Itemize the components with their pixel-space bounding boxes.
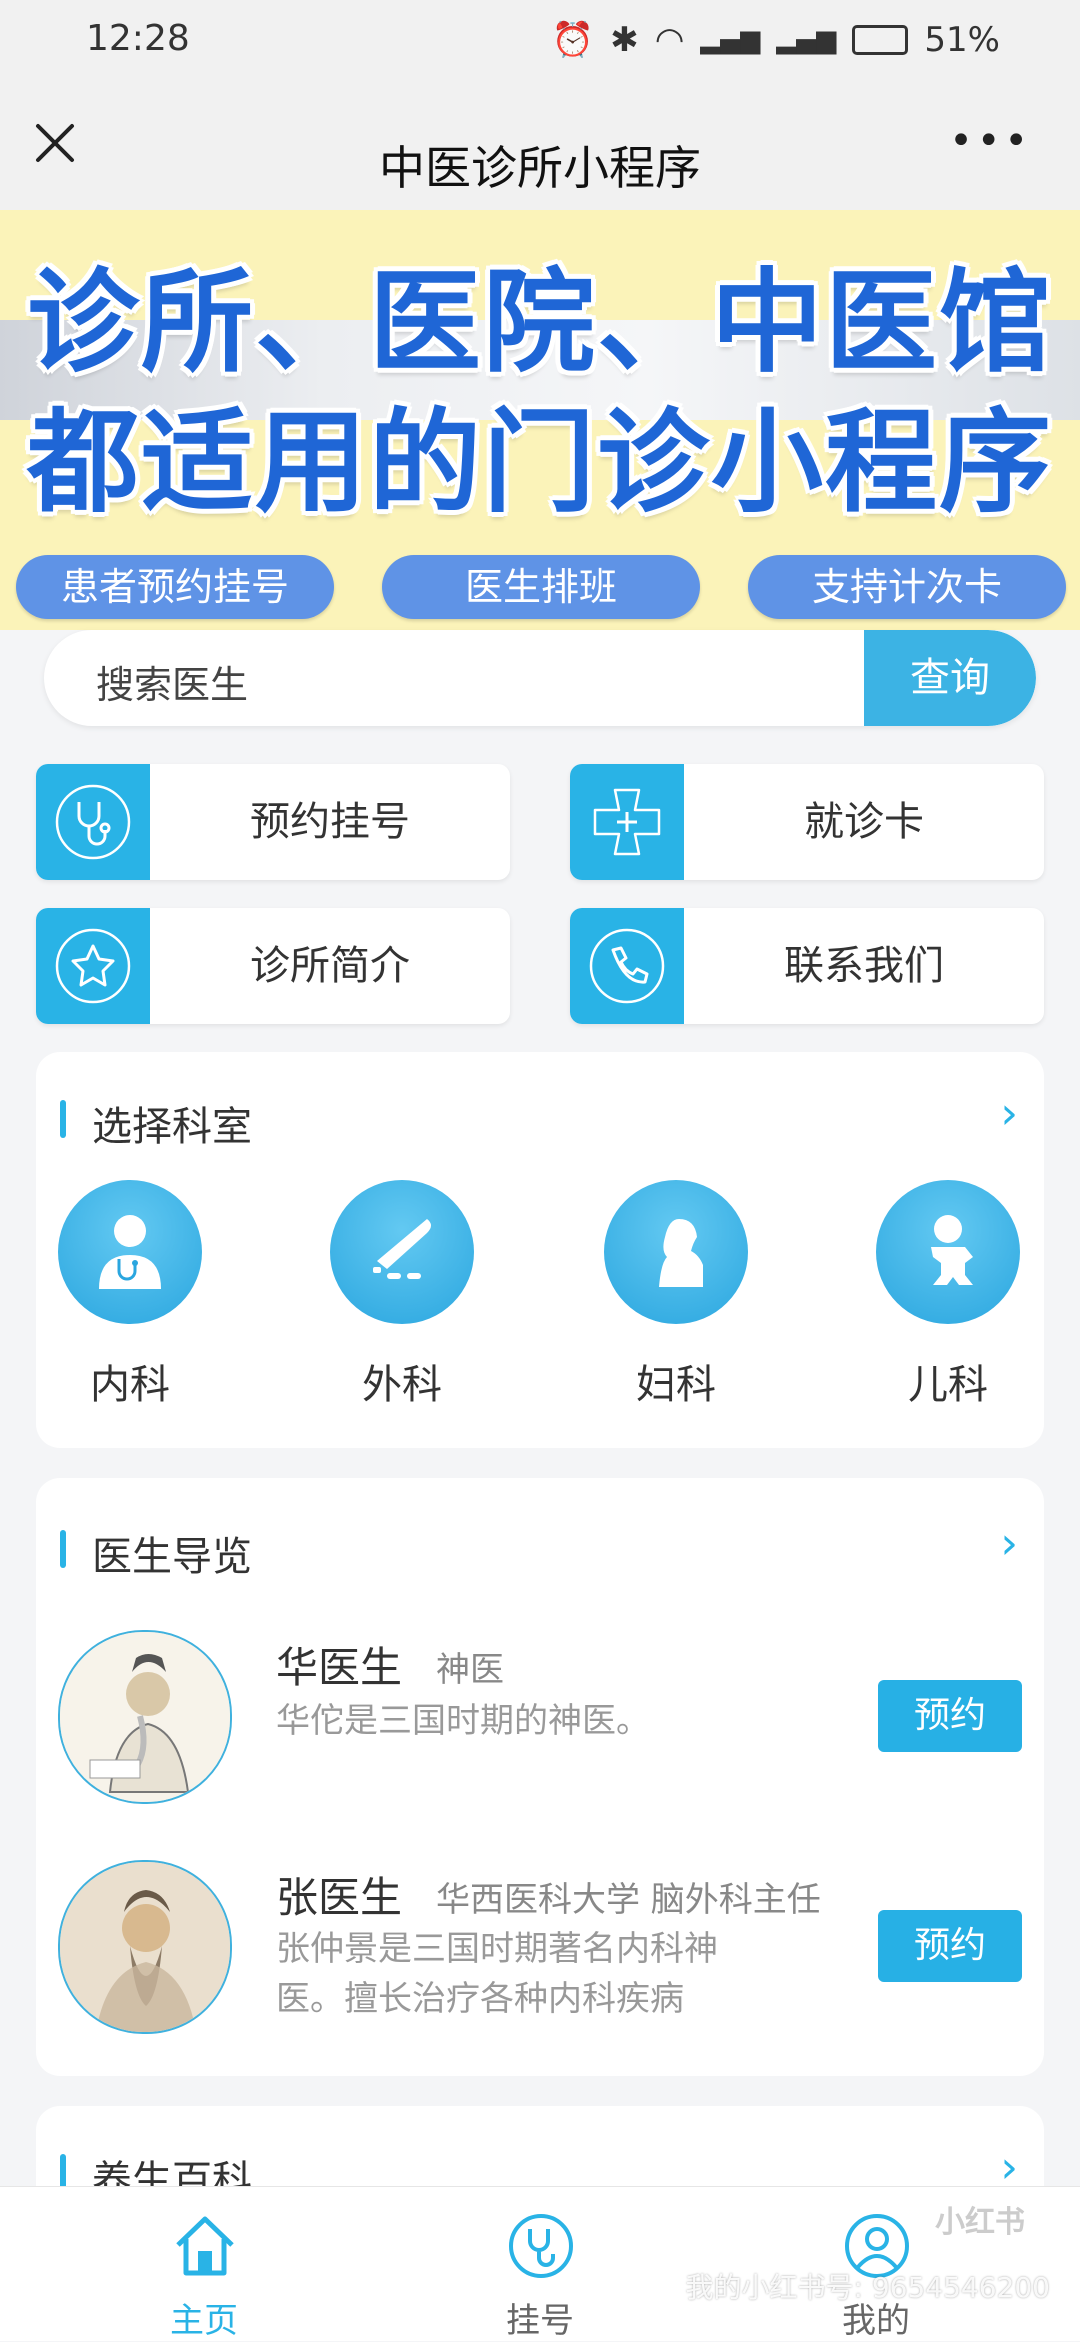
- tab-register[interactable]: 挂号: [430, 2187, 650, 2341]
- banner-tag-card: 支持计次卡: [748, 555, 1066, 619]
- status-time: 12:28: [86, 18, 190, 59]
- search-bar: 搜索医生 查询: [44, 630, 1036, 726]
- star-icon: [36, 908, 150, 1024]
- departments-more-chevron-icon[interactable]: ›: [1000, 1088, 1018, 1139]
- page-title: 中医诊所小程序: [379, 141, 701, 195]
- alarm-icon: ⏰: [551, 20, 595, 60]
- tab-register-label: 挂号: [506, 2301, 574, 2341]
- battery-icon: [852, 25, 909, 55]
- tab-home[interactable]: 主页: [94, 2187, 314, 2341]
- banner-headline-1: 诊所、医院、中医馆: [27, 258, 1053, 388]
- section-marker: [60, 1100, 66, 1138]
- quick-appointment-button[interactable]: 预约挂号: [36, 764, 510, 880]
- quick-about-button[interactable]: 诊所简介: [36, 908, 510, 1024]
- doctor-desc: 华佗是三国时期的神医。: [276, 1701, 650, 1741]
- stethoscope-icon: [36, 764, 150, 880]
- quick-about-label: 诊所简介: [250, 943, 410, 989]
- stethoscope-icon: [509, 2214, 573, 2278]
- doctor-name: 华医生: [276, 1643, 403, 1692]
- doctor-icon[interactable]: [58, 1180, 202, 1324]
- quick-appointment-label: 预约挂号: [250, 799, 410, 845]
- search-input[interactable]: 搜索医生: [96, 654, 248, 709]
- banner-tag-booking: 患者预约挂号: [16, 555, 334, 619]
- banner-tag-schedule: 医生排班: [382, 555, 700, 619]
- quick-card-label: 就诊卡: [804, 799, 924, 845]
- avatar[interactable]: [58, 1630, 232, 1804]
- signal-icon-2: ▂▄▆: [776, 25, 837, 55]
- quick-card-button[interactable]: 就诊卡: [570, 764, 1044, 880]
- dept-label-pediatrics: 儿科: [908, 1362, 988, 1408]
- medical-cross-icon: [570, 764, 684, 880]
- dept-label-gynecology: 妇科: [636, 1362, 716, 1408]
- avatar[interactable]: [58, 1860, 232, 2034]
- book-button[interactable]: 预约: [878, 1910, 1022, 1982]
- doctor-name: 张医生: [276, 1873, 403, 1922]
- doctor-title: 华西医科大学 脑外科主任: [436, 1880, 821, 1920]
- section-marker: [60, 1530, 66, 1568]
- bluetooth-icon: ✱: [610, 20, 639, 60]
- battery-level: 51%: [924, 20, 1000, 60]
- wifi-icon: ◠: [654, 20, 685, 60]
- doctors-more-chevron-icon[interactable]: ›: [1000, 1518, 1018, 1569]
- quick-contact-label: 联系我们: [784, 943, 944, 989]
- quick-contact-button[interactable]: 联系我们: [570, 908, 1044, 1024]
- dept-label-internal: 内科: [90, 1362, 170, 1408]
- home-icon: [176, 2216, 234, 2276]
- more-icon[interactable]: •••: [949, 118, 1032, 164]
- woman-icon[interactable]: [604, 1180, 748, 1324]
- book-button[interactable]: 预约: [878, 1680, 1022, 1752]
- scalpel-icon[interactable]: [330, 1180, 474, 1324]
- doctor-title: 神医: [436, 1650, 504, 1690]
- status-icons: ⏰ ✱ ◠ ▂▄▆ ▂▄▆ 51%: [552, 20, 1000, 60]
- tab-home-label: 主页: [170, 2301, 238, 2341]
- departments-title: 选择科室: [92, 1104, 252, 1150]
- watermark-logo: 小红书: [920, 2196, 1040, 2250]
- tab-bar: 主页 挂号 我的: [0, 2186, 1080, 2341]
- dept-label-surgery: 外科: [362, 1362, 442, 1408]
- doctors-card: 医生导览 › 华医生 神医 华佗是三国时期的神医。 预约 张医生 华西医科大学 …: [36, 1478, 1044, 2076]
- doctor-desc-line-2: 医。擅长治疗各种内科疾病: [276, 1979, 684, 2019]
- signal-icon: ▂▄▆: [700, 25, 761, 55]
- doctor-desc-line-1: 张仲景是三国时期著名内科神: [276, 1929, 718, 1969]
- departments-card: 选择科室 › 内科 外科 妇科 儿科: [36, 1052, 1044, 1448]
- phone-icon: [570, 908, 684, 1024]
- baby-icon[interactable]: [876, 1180, 1020, 1324]
- watermark-text: 我的小红书号: 9654546200: [685, 2271, 1050, 2304]
- banner-headline-2: 都适用的门诊小程序: [27, 398, 1053, 528]
- search-button[interactable]: 查询: [864, 630, 1036, 726]
- doctors-title: 医生导览: [92, 1534, 252, 1580]
